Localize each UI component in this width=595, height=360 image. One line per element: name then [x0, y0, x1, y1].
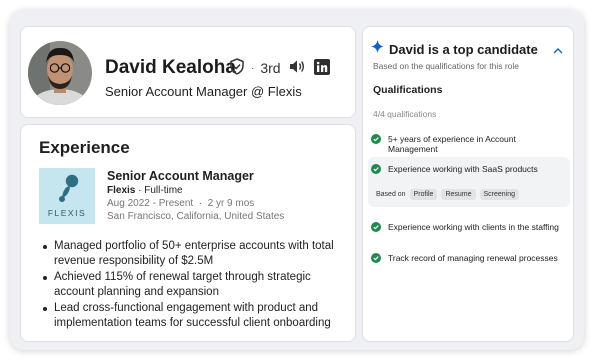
- job-employment-type: · Full-time: [138, 185, 183, 196]
- avatar: [28, 41, 92, 105]
- shield-icon: [229, 58, 245, 78]
- job-company: Flexis: [107, 185, 136, 196]
- qualification-item[interactable]: Track record of managing renewal process…: [371, 253, 567, 265]
- based-on-label: Based on: [376, 191, 406, 198]
- job-bullets: Managed portfolio of 50+ enterprise acco…: [41, 239, 351, 332]
- check-circle-icon: [371, 253, 381, 265]
- job-dates: Aug 2022 - Present · 2 yr 9 mos: [107, 198, 255, 209]
- profile-card: David Kealoha · 3rd Senior Account Manag…: [20, 26, 356, 118]
- top-candidate-subtitle: Based on the qualifications for this rol…: [373, 61, 520, 71]
- job-title: Senior Account Manager: [107, 169, 254, 183]
- experience-section-title: Experience: [39, 138, 130, 157]
- qualification-item[interactable]: Experience working with SaaS products: [371, 164, 567, 176]
- based-on-chip-screening[interactable]: Screening: [479, 189, 520, 200]
- check-circle-icon: [371, 222, 381, 234]
- separator-dot: ·: [251, 62, 255, 74]
- sparkle-icon: [371, 40, 384, 58]
- company-logo: FLEXIS: [39, 168, 95, 224]
- check-circle-icon: [371, 134, 381, 146]
- qualification-item[interactable]: 5+ years of experience in Account Manage…: [371, 134, 567, 154]
- speaker-icon[interactable]: [289, 59, 306, 77]
- top-candidate-header: David is a top candidate: [371, 40, 538, 58]
- list-item: Lead cross-functional engagement with pr…: [41, 301, 351, 331]
- based-on-chip-resume[interactable]: Resume: [441, 189, 476, 200]
- check-circle-icon: [371, 164, 381, 176]
- based-on-row: Based on Profile Resume Screening: [376, 189, 523, 200]
- qualification-text: Experience working with SaaS products: [388, 164, 538, 174]
- top-candidate-title: David is a top candidate: [389, 41, 538, 57]
- job-location: San Francisco, California, United States: [107, 211, 285, 222]
- connection-degree: 3rd: [260, 60, 281, 76]
- chevron-up-icon[interactable]: [553, 41, 563, 59]
- company-logo-text: FLEXIS: [47, 208, 87, 218]
- qualification-text: Experience working with clients in the s…: [388, 222, 559, 232]
- experience-card: Experience FLEXIS Senior Account Manager…: [20, 124, 356, 342]
- list-item: Managed portfolio of 50+ enterprise acco…: [41, 239, 351, 269]
- list-item: Achieved 115% of renewal target through …: [41, 270, 351, 300]
- candidate-headline: Senior Account Manager @ Flexis: [105, 84, 302, 99]
- qualification-item[interactable]: Experience working with clients in the s…: [371, 222, 567, 234]
- qualification-text: Track record of managing renewal process…: [388, 253, 558, 263]
- qualification-text: 5+ years of experience in Account Manage…: [388, 134, 516, 154]
- based-on-chip-profile[interactable]: Profile: [409, 189, 438, 200]
- candidate-name: David Kealoha: [105, 57, 236, 78]
- name-badges: · 3rd: [229, 58, 330, 78]
- top-candidate-card: David is a top candidate Based on the qu…: [362, 26, 574, 342]
- qualifications-title: Qualifications: [373, 84, 443, 96]
- qualifications-count: 4/4 qualifications: [373, 109, 437, 119]
- job-company-line: Flexis · Full-time: [107, 185, 183, 196]
- linkedin-icon[interactable]: [313, 58, 330, 78]
